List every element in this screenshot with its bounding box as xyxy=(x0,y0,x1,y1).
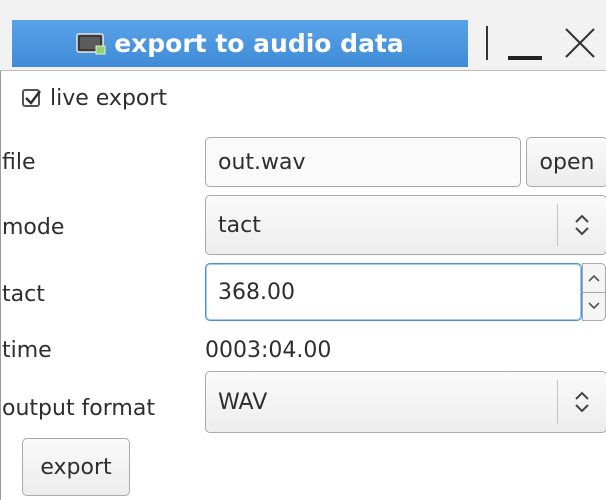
tact-spinbox[interactable]: 368.00 xyxy=(205,263,582,321)
time-label: time xyxy=(2,338,52,363)
mode-combobox[interactable]: tact xyxy=(205,195,606,255)
file-input-value: out.wav xyxy=(218,149,306,175)
output-format-combobox[interactable]: WAV xyxy=(205,371,606,433)
title-bar[interactable]: export to audio data xyxy=(0,0,606,71)
title-separator xyxy=(486,26,488,60)
open-button[interactable]: open xyxy=(526,137,606,187)
window-title: export to audio data xyxy=(114,29,404,58)
spin-down-icon[interactable] xyxy=(582,292,606,321)
output-format-value: WAV xyxy=(218,389,268,415)
updown-chevron-icon xyxy=(557,204,606,246)
output-format-label: output format xyxy=(2,396,155,421)
mode-value: tact xyxy=(218,212,261,238)
open-button-label: open xyxy=(539,149,595,175)
file-input[interactable]: out.wav xyxy=(205,137,521,187)
export-button[interactable]: export xyxy=(22,438,130,496)
tact-label: tact xyxy=(2,282,45,307)
live-export-label: live export xyxy=(50,85,168,111)
window-border xyxy=(0,0,1,500)
tact-value: 368.00 xyxy=(218,279,295,305)
tact-spin-buttons xyxy=(582,263,606,321)
close-icon[interactable] xyxy=(562,24,598,62)
live-export-row[interactable]: live export xyxy=(22,82,167,114)
export-dialog: export to audio data live export file ou… xyxy=(0,0,606,500)
window-icon xyxy=(76,32,106,56)
mode-label: mode xyxy=(2,215,65,240)
time-value: 0003:04.00 xyxy=(205,338,332,363)
minimize-icon[interactable] xyxy=(508,24,542,64)
check-icon xyxy=(25,90,41,105)
export-button-label: export xyxy=(40,454,112,480)
window-title-tab[interactable]: export to audio data xyxy=(12,20,468,67)
updown-chevron-icon xyxy=(557,380,606,424)
live-export-checkbox[interactable] xyxy=(22,89,41,107)
spin-up-icon[interactable] xyxy=(582,263,606,293)
file-label: file xyxy=(2,150,36,175)
